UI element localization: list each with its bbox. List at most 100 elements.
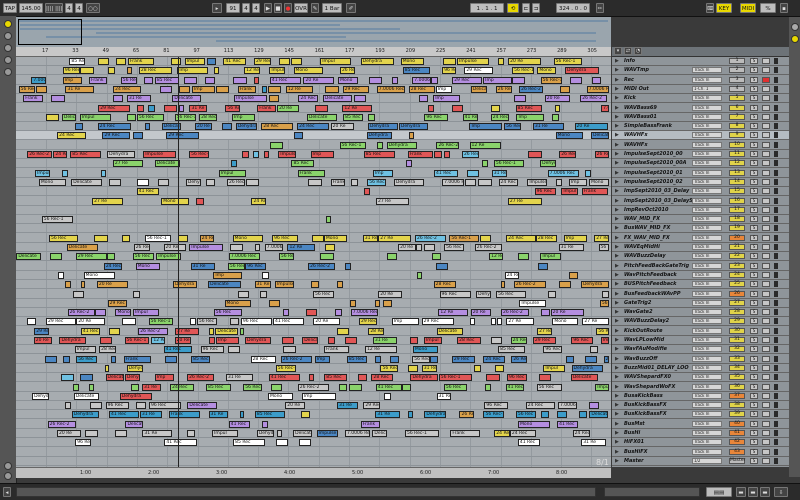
- track-row[interactable]: ▶ WAVEqMidHi Track In 21 S: [612, 243, 789, 252]
- track-activator[interactable]: 29: [729, 318, 745, 325]
- arrangement-clip[interactable]: 41 Rec: [505, 383, 525, 391]
- track-activator[interactable]: 42: [729, 439, 745, 446]
- arrangement-clip[interactable]: 31 Re: [375, 411, 401, 419]
- arrangement-clip[interactable]: Mono: [224, 299, 252, 307]
- track-name[interactable]: ImpulseSept2010_00: [624, 150, 698, 158]
- arrangement-clip[interactable]: Dehydra: [107, 151, 135, 158]
- arrangement-clip[interactable]: 41 Rec: [462, 113, 478, 121]
- arm-button[interactable]: [762, 178, 770, 185]
- track-input-chooser[interactable]: Track In: [692, 318, 722, 325]
- arrangement-clip[interactable]: Mono: [115, 309, 132, 317]
- record-icon[interactable]: ●: [284, 3, 292, 13]
- arrangement-clip[interactable]: [253, 151, 260, 158]
- track-activator[interactable]: 30: [729, 327, 745, 334]
- arrangement-clip[interactable]: [209, 337, 215, 344]
- arrangement-clip[interactable]: 12 Re: [244, 67, 260, 75]
- punch-in-icon[interactable]: ⊏: [522, 3, 530, 13]
- arm-button[interactable]: [762, 299, 770, 306]
- track-row[interactable]: ▶ ImpulseSept2010_00 Track In 11 S: [612, 150, 789, 159]
- arrangement-clip[interactable]: Frank: [323, 346, 349, 354]
- arrangement-clip[interactable]: 56 Rec: [48, 234, 78, 242]
- arrangement-clip[interactable]: [145, 123, 151, 131]
- arrangement-clip[interactable]: 96 Rec: [442, 67, 457, 75]
- arrangement-clip[interactable]: 12 Re: [342, 104, 373, 112]
- arrangement-clip[interactable]: [477, 178, 492, 186]
- track-input-chooser[interactable]: Track In: [692, 253, 722, 260]
- track-row[interactable]: ▶ WAV_MID_FX Track In 18 S: [612, 215, 789, 225]
- arrangement-clip[interactable]: [305, 309, 318, 317]
- arrangement-clip[interactable]: [35, 85, 48, 93]
- arrangement-clip[interactable]: Delicate: [215, 327, 238, 335]
- arrangement-clip[interactable]: 56 Rec-1: [598, 244, 609, 251]
- arrangement-clip[interactable]: 26 Rec-2: [459, 411, 474, 419]
- track-activator[interactable]: 6: [729, 104, 745, 111]
- track-name[interactable]: Kick: [624, 94, 698, 102]
- arrangement-clip[interactable]: Frank: [581, 188, 608, 196]
- arrangement-clip[interactable]: 31 Re: [532, 123, 564, 131]
- arrangement-clip[interactable]: Delicate: [589, 411, 609, 419]
- arrangement-clip[interactable]: 56 Rec-1: [225, 104, 240, 112]
- arrangement-clip[interactable]: [589, 402, 599, 410]
- arrangement-clip[interactable]: [442, 58, 457, 65]
- arrangement-clip[interactable]: 31 Re: [190, 262, 215, 270]
- arrangement-clip[interactable]: 96 Rec: [75, 439, 91, 447]
- arrangement-clip[interactable]: 20 Re: [33, 337, 53, 344]
- arrangement-clip[interactable]: 26 Rec-2: [580, 95, 608, 103]
- arrangement-lane[interactable]: [16, 215, 611, 225]
- arrangement-clip[interactable]: [195, 197, 204, 205]
- arrangement-clip[interactable]: [497, 318, 503, 326]
- arrangement-clip[interactable]: Delicate: [570, 374, 598, 382]
- arrangement-clip[interactable]: 7.0006 Rec: [228, 253, 260, 261]
- arrangement-clip[interactable]: [336, 281, 344, 289]
- track-row[interactable]: ▶ KickOutRoute Track In 30 S: [612, 327, 789, 336]
- arrangement-clip[interactable]: 56 Rec: [443, 383, 467, 391]
- arrangement-clip[interactable]: [75, 123, 83, 131]
- track-input-chooser[interactable]: Track In: [692, 123, 722, 130]
- arrangement-clip[interactable]: 56 Rec-1: [144, 234, 171, 242]
- arrangement-clip[interactable]: [209, 327, 214, 335]
- arrangement-clip[interactable]: [230, 160, 237, 168]
- arrangement-clip[interactable]: Imp: [310, 151, 335, 158]
- track-row[interactable]: ▶ Info 1 S: [612, 57, 789, 66]
- arrangement-clip[interactable]: Delicate: [208, 281, 241, 289]
- arrangement-clip[interactable]: [310, 281, 320, 289]
- arrangement-clip[interactable]: [110, 355, 117, 363]
- arrangement-clip[interactable]: 56 Rec: [120, 76, 137, 84]
- solo-button[interactable]: S: [750, 327, 758, 334]
- arrangement-clip[interactable]: 12 Re: [285, 85, 313, 93]
- arrangement-clip[interactable]: Mono: [232, 234, 263, 242]
- track-row[interactable]: ▶ WAVHFx Track In 10 S: [612, 141, 789, 150]
- track-input-chooser[interactable]: Track In: [692, 141, 722, 148]
- track-activator[interactable]: 10: [729, 141, 745, 148]
- arrangement-clip[interactable]: 28 Rec: [535, 234, 557, 242]
- arrangement-clip[interactable]: 26 Rec-2: [187, 374, 214, 382]
- arrangement-clip[interactable]: [538, 262, 549, 270]
- arrangement-clip[interactable]: Delicate: [154, 160, 180, 168]
- arrangement-clip[interactable]: 27 Re: [92, 197, 124, 205]
- arrangement-clip[interactable]: [327, 337, 336, 344]
- solo-button[interactable]: S: [750, 448, 758, 455]
- arrangement-clip[interactable]: 26 Rec-2: [461, 151, 480, 158]
- arrangement-clip[interactable]: Mono: [161, 197, 189, 205]
- track-input-chooser[interactable]: Track In: [692, 337, 722, 343]
- position-beat[interactable]: 4: [242, 3, 250, 13]
- arrangement-clip[interactable]: Frank: [360, 420, 380, 428]
- track-input-chooser[interactable]: Track In: [692, 374, 722, 381]
- track-input-chooser[interactable]: Track In: [692, 281, 722, 288]
- solo-button[interactable]: S: [750, 383, 758, 390]
- track-row[interactable]: ▶ ImpulseSept2010_00A Track In 12 S: [612, 159, 789, 169]
- track-activator[interactable]: 20: [729, 234, 745, 241]
- arrangement-clip[interactable]: [107, 253, 115, 261]
- arm-button[interactable]: [762, 374, 770, 381]
- track-name[interactable]: WAVEqMidHi: [624, 243, 698, 251]
- arm-button[interactable]: [762, 364, 770, 371]
- track-name[interactable]: WAVHFx: [624, 131, 698, 139]
- arrangement-clip[interactable]: Frank: [168, 411, 200, 419]
- solo-button[interactable]: S: [750, 374, 758, 381]
- arrangement-clip[interactable]: 7.0006 Rec: [601, 104, 609, 112]
- arrangement-clip[interactable]: [344, 337, 358, 344]
- arrangement-clip[interactable]: 20 Re: [194, 123, 213, 131]
- arrangement-clip[interactable]: 56 Rec-1: [504, 123, 521, 131]
- arrangement-clip[interactable]: 56 Rec: [536, 383, 562, 391]
- arrangement-clip[interactable]: 24 Rec: [297, 123, 330, 131]
